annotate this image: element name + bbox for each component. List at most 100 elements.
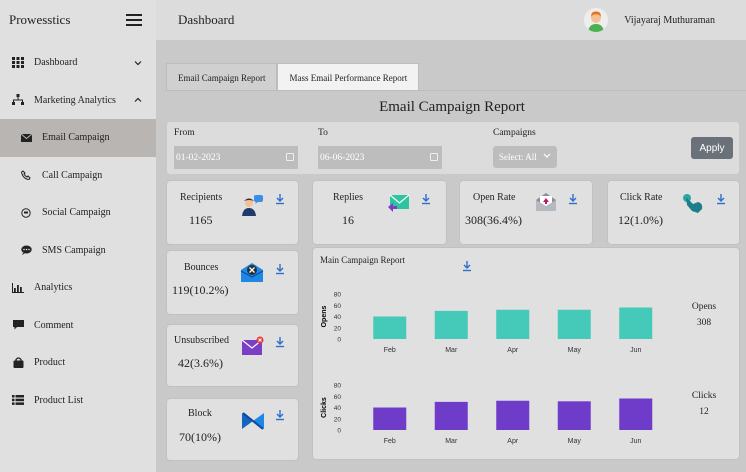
download-icon[interactable]	[275, 262, 285, 275]
phone-icon	[20, 169, 32, 181]
x-tick-label: Mar	[445, 438, 458, 445]
sidebar-item-dashboard[interactable]: Dashboard	[0, 44, 156, 82]
page-title: Dashboard	[178, 12, 235, 27]
clicks-total: 12	[699, 407, 709, 417]
sidebar-item-label: Call Campaign	[42, 169, 103, 181]
download-icon[interactable]	[421, 192, 431, 205]
y-tick-label: 0	[337, 428, 341, 435]
download-icon[interactable]	[568, 192, 578, 205]
open-rate-label: Open Rate	[473, 192, 516, 203]
x-tick-label: May	[568, 347, 582, 354]
download-icon[interactable]	[716, 192, 726, 205]
campaigns-label: Campaigns	[493, 128, 536, 138]
bounces-value: 119(10.2%)	[172, 283, 229, 297]
reply-mail-icon	[387, 193, 411, 215]
tab-mass-email-performance-report[interactable]: Mass Email Performance Report	[277, 63, 420, 91]
y-tick-label: 60	[334, 394, 342, 401]
sidebar: Prowesstics Dashboard Marketing Analytic…	[0, 0, 156, 472]
download-icon[interactable]	[275, 192, 285, 205]
replies-card: Replies 16	[313, 181, 446, 244]
sidebar-item-sms-campaign[interactable]: SMS Campaign	[0, 232, 156, 270]
sidebar-item-comment[interactable]: Comment	[0, 307, 156, 345]
x-tick-label: Apr	[507, 438, 519, 445]
y-tick-label: 20	[334, 325, 342, 332]
bar-clicks-feb	[373, 407, 407, 430]
click-rate-value: 12(1.0%)	[618, 213, 663, 227]
to-label: To	[318, 128, 328, 138]
replies-value: 16	[342, 213, 354, 227]
sidebar-item-label: Comment	[34, 319, 74, 331]
to-date-input[interactable]: 06-06-2023	[318, 146, 442, 169]
bounce-mail-icon	[240, 261, 264, 283]
sidebar-item-product-list[interactable]: Product List	[0, 382, 156, 420]
block-label: Block	[188, 408, 212, 419]
y-tick-label: 80	[334, 292, 342, 299]
from-label: From	[174, 128, 195, 138]
sidebar-item-label: Product	[34, 357, 66, 369]
unsubscribed-label: Unsubscribed	[174, 335, 229, 346]
click-rate-card: Click Rate 12(1.0%)	[608, 181, 739, 244]
chevron-up-icon	[134, 95, 142, 106]
unsubscribe-mail-icon	[241, 336, 265, 358]
y-tick-label: 40	[334, 405, 342, 412]
user-name: Vijayaraj Muthuraman	[624, 14, 715, 26]
sidebar-item-label: SMS Campaign	[42, 244, 106, 256]
x-tick-label: Apr	[507, 347, 519, 354]
y-axis-label: Clicks	[321, 397, 328, 418]
sidebar-item-label: Marketing Analytics	[34, 94, 116, 106]
social-icon	[20, 207, 32, 219]
bar-clicks-apr	[496, 400, 530, 430]
recipients-value: 1165	[189, 213, 213, 227]
y-tick-label: 80	[334, 383, 342, 390]
sidebar-item-email-campaign[interactable]: Email Campaign	[0, 119, 156, 157]
calendar-icon[interactable]	[286, 153, 294, 161]
sidebar-item-label: Email Campaign	[42, 132, 110, 144]
report-tabs: Email Campaign Report Mass Email Perform…	[166, 63, 420, 91]
apply-button[interactable]: Apply	[691, 137, 733, 159]
sidebar-item-call-campaign[interactable]: Call Campaign	[0, 157, 156, 195]
bag-icon	[12, 357, 24, 369]
chevron-down-icon	[543, 151, 551, 161]
to-date-value: 06-06-2023	[320, 152, 365, 163]
sidebar-item-marketing-analytics[interactable]: Marketing Analytics	[0, 82, 156, 120]
tab-email-campaign-report[interactable]: Email Campaign Report	[166, 63, 278, 91]
user-menu[interactable]: Vijayaraj Muthuraman	[584, 8, 715, 32]
sidebar-item-label: Product List	[34, 394, 84, 406]
x-tick-label: Feb	[384, 438, 396, 445]
recipients-label: Recipients	[180, 192, 223, 203]
sidebar-item-social-campaign[interactable]: Social Campaign	[0, 194, 156, 232]
campaigns-select[interactable]: Select: All	[493, 146, 557, 168]
open-rate-card: Open Rate 308(36.4%)	[460, 181, 592, 244]
download-icon[interactable]	[275, 408, 285, 421]
calendar-icon[interactable]	[430, 153, 438, 161]
bar-opens-feb	[373, 316, 407, 339]
y-tick-label: 20	[334, 416, 342, 423]
from-date-input[interactable]: 01-02-2023	[174, 146, 298, 169]
unsubscribed-value: 42(3.6%)	[178, 356, 223, 370]
list-icon	[12, 394, 24, 406]
hamburger-menu-icon[interactable]	[126, 14, 142, 26]
sidebar-item-analytics[interactable]: Analytics	[0, 269, 156, 307]
user-chat-icon	[241, 195, 265, 217]
bar-chart-icon	[12, 282, 24, 294]
filter-panel: From 01-02-2023 To 06-06-2023 Campaigns …	[167, 122, 739, 174]
sidebar-item-label: Analytics	[34, 282, 73, 294]
clicks-label: Clicks	[691, 391, 717, 401]
sidebar-item-label: Dashboard	[34, 57, 78, 69]
opens-label: Opens	[691, 302, 717, 312]
grid-icon	[12, 57, 24, 69]
x-tick-label: Feb	[384, 347, 396, 354]
brand-name: Prowesstics	[9, 12, 71, 27]
avatar[interactable]	[584, 8, 609, 32]
main-content: Email Campaign Report Mass Email Perform…	[156, 40, 746, 472]
report-title: Email Campaign Report	[379, 99, 525, 115]
y-tick-label: 40	[334, 314, 342, 321]
campaign-bar-charts: Opens 0 20 40 60 80 Feb Mar Apr May Jun Clicks 0 20 40…	[321, 292, 653, 445]
envelope-icon	[20, 132, 32, 144]
sidebar-item-product[interactable]: Product	[0, 344, 156, 382]
download-icon[interactable]	[275, 335, 285, 348]
block-mail-icon	[241, 409, 265, 431]
x-tick-label: May	[568, 438, 582, 445]
brand-bar: Prowesstics	[0, 0, 156, 40]
sidebar-item-label: Social Campaign	[42, 207, 111, 219]
